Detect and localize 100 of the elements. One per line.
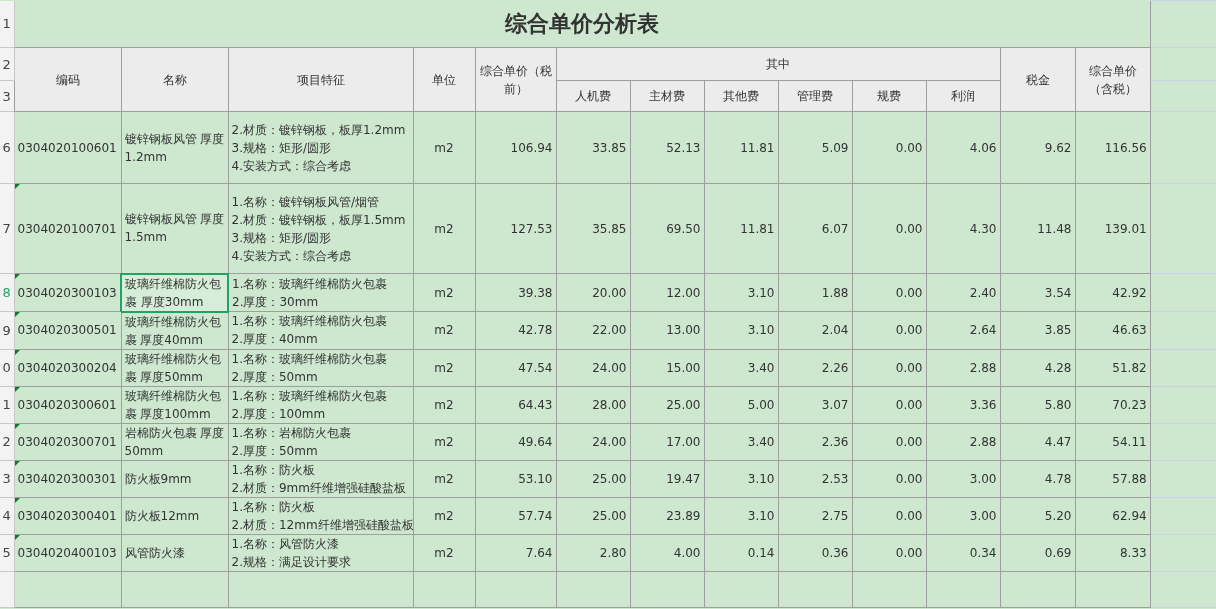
column-header: 利润: [926, 80, 1000, 112]
feature-line: 2.厚度：40mm: [231, 331, 319, 348]
number-cell: 25.00: [556, 460, 630, 497]
row-number[interactable]: 2: [0, 423, 14, 460]
row-number[interactable]: 9: [0, 311, 14, 349]
column-header: 综合单价（税前）: [475, 47, 556, 112]
number-cell: 20.00: [556, 273, 630, 312]
number-cell: 116.56: [1075, 111, 1151, 184]
number-cell: 0.00: [852, 386, 926, 423]
number-cell: 3.10: [704, 311, 778, 349]
column-header: 综合单价（含税）: [1075, 47, 1151, 112]
number-cell: 11.81: [704, 111, 778, 184]
number-cell: 2.36: [778, 423, 852, 460]
name-cell[interactable]: 镀锌钢板风管 厚度1.5mm: [121, 183, 228, 274]
row-number[interactable]: 3: [0, 80, 14, 112]
row-number[interactable]: 0: [0, 349, 14, 386]
number-cell: 0.00: [852, 423, 926, 460]
number-cell: 3.36: [926, 386, 1000, 423]
name-cell[interactable]: 玻璃纤维棉防火包裹 厚度40mm: [121, 311, 228, 349]
number-cell: 11.81: [704, 183, 778, 274]
unit-cell: m2: [413, 423, 475, 460]
name-cell[interactable]: 岩棉防火包裹 厚度50mm: [121, 423, 228, 460]
code-cell: 0304020300103: [14, 273, 121, 312]
unit-cell: m2: [413, 349, 475, 386]
row-number[interactable]: 2: [0, 47, 14, 81]
row-number[interactable]: 7: [0, 183, 14, 274]
number-cell: 4.78: [1000, 460, 1075, 497]
code-cell: 0304020300501: [14, 311, 121, 349]
feature-line: 3.规格：矩形/圆形: [231, 229, 332, 247]
code-cell: 0304020300701: [14, 423, 121, 460]
row-number[interactable]: 1: [0, 0, 14, 48]
number-cell: 24.00: [556, 349, 630, 386]
name-cell[interactable]: 镀锌钢板风管 厚度1.2mm: [121, 111, 228, 184]
number-cell: 24.00: [556, 423, 630, 460]
number-cell: 28.00: [556, 386, 630, 423]
feature-line: 2.材质：镀锌钢板，板厚1.2mm: [231, 121, 407, 139]
name-cell[interactable]: 玻璃纤维棉防火包裹 厚度30mm: [121, 273, 228, 312]
feature-line: 1.名称：玻璃纤维棉防火包裹: [231, 387, 388, 405]
row-number[interactable]: 3: [0, 460, 14, 497]
feature-line: 1.名称：玻璃纤维棉防火包裹: [232, 275, 389, 293]
name-cell[interactable]: 玻璃纤维棉防火包裹 厚度50mm: [121, 349, 228, 386]
number-cell: 3.07: [778, 386, 852, 423]
number-cell: 15.00: [630, 349, 704, 386]
indicator-icon: [15, 274, 20, 279]
number-cell: 0.34: [926, 534, 1000, 571]
number-cell: 0.00: [852, 534, 926, 571]
number-cell: 3.40: [704, 423, 778, 460]
column-header: 名称: [121, 47, 228, 112]
number-cell: 0.00: [852, 183, 926, 274]
number-cell: 46.63: [1075, 311, 1151, 349]
name-cell[interactable]: 玻璃纤维棉防火包裹 厚度100mm: [121, 386, 228, 423]
unit-cell: m2: [413, 534, 475, 571]
number-cell: 49.64: [475, 423, 556, 460]
feature-line: 2.厚度：30mm: [232, 293, 320, 311]
name-cell[interactable]: 防火板12mm: [121, 497, 228, 534]
indicator-icon: [15, 461, 20, 466]
row-number[interactable]: 1: [0, 386, 14, 423]
feature-line: 2.规格：满足设计要求: [231, 553, 352, 570]
column-header: 主材费: [630, 80, 704, 112]
number-cell: 69.50: [630, 183, 704, 274]
number-cell: 70.23: [1075, 386, 1151, 423]
number-cell: 39.38: [475, 273, 556, 312]
code-cell: 0304020400103: [14, 534, 121, 571]
number-cell: 23.89: [630, 497, 704, 534]
number-cell: 0.00: [852, 460, 926, 497]
number-cell: 4.28: [1000, 349, 1075, 386]
number-cell: 0.00: [852, 349, 926, 386]
name-cell[interactable]: 防火板9mm: [121, 460, 228, 497]
feature-line: 1.名称：风管防火漆: [231, 535, 340, 553]
indicator-icon: [15, 424, 20, 429]
feature-line: 1.名称：岩棉防火包裹: [231, 424, 352, 442]
number-cell: 3.00: [926, 497, 1000, 534]
number-cell: 4.06: [926, 111, 1000, 184]
number-cell: 127.53: [475, 183, 556, 274]
unit-cell: m2: [413, 311, 475, 349]
number-cell: 2.04: [778, 311, 852, 349]
row-number[interactable]: 6: [0, 111, 14, 184]
feature-line: 1.名称：防火板: [231, 498, 316, 516]
unit-cell: m2: [413, 183, 475, 274]
number-cell: 52.13: [630, 111, 704, 184]
number-cell: 6.07: [778, 183, 852, 274]
number-cell: 22.00: [556, 311, 630, 349]
name-cell[interactable]: 风管防火漆: [121, 534, 228, 571]
row-number[interactable]: 4: [0, 497, 14, 534]
feature-line: 2.厚度：100mm: [231, 405, 327, 422]
row-number[interactable]: 5: [0, 534, 14, 571]
number-cell: 0.14: [704, 534, 778, 571]
number-cell: 47.54: [475, 349, 556, 386]
number-cell: 3.00: [926, 460, 1000, 497]
column-header: 税金: [1000, 47, 1075, 112]
indicator-icon: [15, 387, 20, 392]
number-cell: 19.47: [630, 460, 704, 497]
number-cell: 3.40: [704, 349, 778, 386]
number-cell: 9.62: [1000, 111, 1075, 184]
code-cell: 0304020300601: [14, 386, 121, 423]
number-cell: 0.00: [852, 273, 926, 312]
unit-cell: m2: [413, 497, 475, 534]
number-cell: 139.01: [1075, 183, 1151, 274]
feature-line: 2.材质：镀锌钢板，板厚1.5mm: [231, 211, 407, 229]
indicator-icon: [15, 350, 20, 355]
